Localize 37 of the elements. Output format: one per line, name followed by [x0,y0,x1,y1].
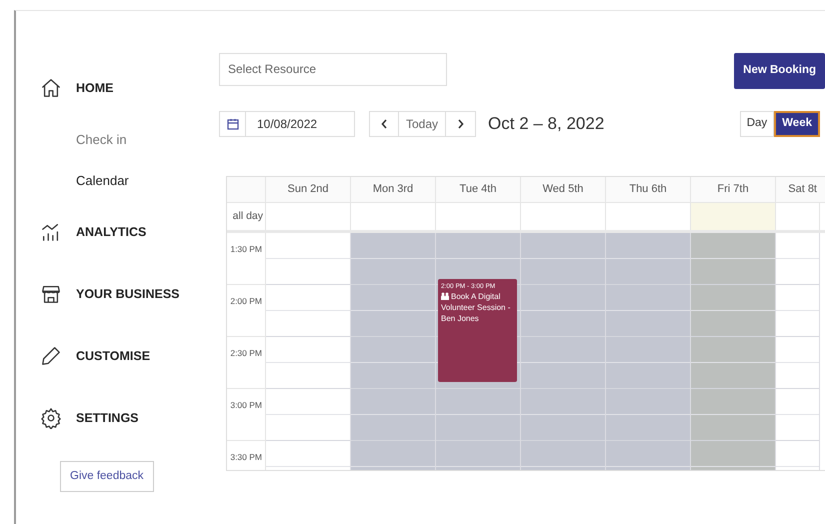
time-label: 3:30 PM [230,452,262,462]
time-label: 2:30 PM [230,348,262,358]
nav-item[interactable]: SETTINGS [76,408,139,428]
new-booking-button[interactable]: New Booking [734,52,825,88]
storefront-icon [40,283,62,305]
home-icon [40,77,62,99]
day-header: Mon 3rd [372,182,414,198]
nav-item[interactable]: HOME [76,78,114,98]
pencil-icon [40,345,62,367]
day-header: Tue 4th [460,182,496,198]
nav-item[interactable]: ANALYTICS [76,222,146,242]
day-header: Thu 6th [629,182,667,198]
chevron-left-icon [380,119,388,129]
time-label: 1:30 PM [230,244,262,254]
settings-icon [40,407,62,429]
day-header: Sat 8t [788,182,817,198]
day-header: Wed 5th [542,182,584,198]
date-field[interactable]: 10/08/2022 [219,111,355,137]
date-value: 10/08/2022 [256,116,318,133]
feedback-button[interactable]: Give feedback [60,461,154,492]
nav-subitem[interactable]: Calendar [76,170,129,190]
event-title: Book A Digital Volunteer Session - Ben Jones [441,291,512,324]
view-tab[interactable]: Week [774,111,820,137]
people-icon [441,292,449,300]
day-header: Sun 2nd [288,182,328,198]
day-header: Fri 7th [717,182,749,198]
nav-item[interactable]: CUSTOMISE [76,346,150,366]
calendar-icon [226,118,238,130]
date-range: Oct 2 – 8, 2022 [488,113,604,136]
nav-item[interactable]: YOUR BUSINESS [76,284,180,304]
view-tab[interactable]: Day [740,111,774,137]
nav-subitem[interactable]: Check in [76,130,127,150]
all-day-label: all day [232,208,263,224]
chevron-right-icon [457,119,464,129]
time-label: 3:00 PM [230,400,262,410]
resource-select[interactable]: Select Resource [219,52,447,86]
time-label: 2:00 PM [230,296,262,306]
